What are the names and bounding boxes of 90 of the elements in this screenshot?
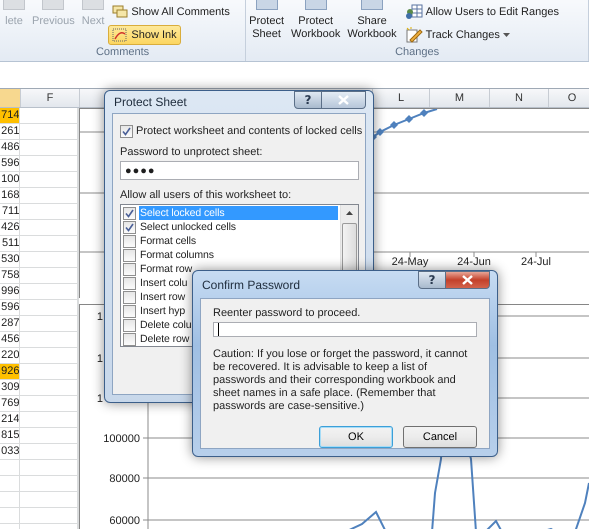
document-icon <box>361 0 384 10</box>
checkbox[interactable] <box>123 318 136 332</box>
axis-label: 80000 <box>109 473 140 485</box>
ribbon-button[interactable]: Show Ink <box>108 25 181 45</box>
table-cell: 926 <box>0 364 20 379</box>
checkbox[interactable] <box>123 276 136 290</box>
pencil-document-icon <box>404 27 423 43</box>
checkbox[interactable] <box>123 220 136 234</box>
close-button[interactable] <box>446 271 490 289</box>
checkbox[interactable] <box>123 290 136 304</box>
close-button[interactable] <box>322 91 366 109</box>
checkbox[interactable] <box>123 248 136 262</box>
table-cell: 596 <box>0 300 20 315</box>
table-cell: 220 <box>0 348 20 363</box>
help-button[interactable]: ? <box>294 91 322 109</box>
list-label: Allow all users of this worksheet to: <box>120 189 292 201</box>
list-item[interactable]: Select unlocked cells <box>139 220 237 234</box>
document-icon <box>256 0 278 10</box>
checkbox[interactable] <box>123 332 136 346</box>
table-cell: 596 <box>0 156 20 171</box>
password-field[interactable] <box>213 322 477 337</box>
close-icon <box>338 95 349 105</box>
checkbox[interactable] <box>123 304 136 318</box>
table-cell: 711 <box>0 204 20 219</box>
table-cell: 714 <box>0 108 20 123</box>
table-cell: 530 <box>0 252 20 267</box>
ribbon-button[interactable]: Share Workbook <box>344 0 400 43</box>
table-cell: 996 <box>0 284 20 299</box>
column-header[interactable]: O <box>549 89 589 107</box>
table-cell: 261 <box>0 124 20 139</box>
prompt-label: Reenter password to proceed. <box>213 307 362 319</box>
close-icon <box>462 275 473 285</box>
group-label: Comments <box>94 45 150 60</box>
list-item[interactable]: Insert row <box>139 290 186 304</box>
users-grid-icon <box>404 4 423 20</box>
list-item[interactable]: Insert colu <box>139 276 188 290</box>
axis-label: 24-Jul <box>521 256 551 268</box>
axis-label: 24-Jun <box>457 256 491 268</box>
table-cell: 758 <box>0 268 20 283</box>
list-item[interactable]: Format columns <box>139 248 215 262</box>
ribbon-button[interactable]: Protect Workbook <box>288 0 344 43</box>
password-field[interactable]: ●●●● <box>120 161 359 180</box>
table-cell: 287 <box>0 316 20 331</box>
group-label: Changes <box>394 45 440 60</box>
table-cell: 511 <box>0 236 20 251</box>
up-arrow-icon <box>346 211 353 215</box>
comments-icon <box>112 5 128 19</box>
window-title: Protect Sheet <box>113 95 187 109</box>
table-cell: 815 <box>0 428 20 443</box>
window-title: Confirm Password <box>201 278 300 292</box>
list-item[interactable]: Format row <box>139 262 194 276</box>
axis-label: 1 <box>96 393 103 405</box>
text-cursor <box>218 323 219 336</box>
help-button[interactable]: ? <box>418 271 446 289</box>
table-cell: 486 <box>0 140 20 155</box>
table-cell: 456 <box>0 332 20 347</box>
dialog-button[interactable]: Cancel <box>403 426 477 448</box>
axis-label: 100000 <box>103 433 140 445</box>
table-cell: 214 <box>0 412 20 427</box>
column-header[interactable]: M <box>430 89 490 107</box>
checkbox[interactable] <box>123 234 136 248</box>
table-cell: 426 <box>0 220 20 235</box>
axis-label: 1 <box>96 311 103 323</box>
ribbon-button[interactable]: Show All Comments <box>108 2 234 22</box>
axis-label: 1 <box>96 353 103 365</box>
ribbon-button[interactable]: Protect Sheet <box>246 0 288 43</box>
field-label: Password to unprotect sheet: <box>120 146 264 158</box>
checkbox-label: Protect worksheet and contents of locked cells <box>136 125 362 137</box>
axis-label: 60000 <box>109 515 140 527</box>
checkbox[interactable] <box>120 124 133 138</box>
table-cell: 033 <box>0 444 20 459</box>
list-item[interactable]: Delete row <box>139 332 190 346</box>
table-cell: 769 <box>0 396 20 411</box>
table-cell: 168 <box>0 188 20 203</box>
ribbon-button[interactable]: Track Changes <box>400 25 514 45</box>
pen-stroke-icon <box>112 28 128 42</box>
column-header[interactable]: N <box>490 89 549 107</box>
caution-text: Caution: If you lose or forget the password, it cannot be recovered. It is advisable to keep a list of passwords and their corresponding workbook and sheet names in a safe place. (Remember that passwords are case-sensitive.) <box>213 348 468 413</box>
axis-label: 24-May <box>392 256 428 268</box>
list-item[interactable]: Delete colu <box>139 318 192 332</box>
dialog-button[interactable]: OK <box>319 426 393 448</box>
list-item[interactable]: Format cells <box>139 234 197 248</box>
document-icon <box>304 0 327 10</box>
checkbox[interactable] <box>123 262 136 276</box>
checkbox[interactable] <box>123 206 136 220</box>
column-header[interactable]: F <box>21 89 80 107</box>
list-item[interactable]: Insert hyp <box>139 304 186 318</box>
table-cell: 309 <box>0 380 20 395</box>
table-cell: 100 <box>0 172 20 187</box>
ribbon-button[interactable]: Allow Users to Edit Ranges <box>400 2 563 22</box>
